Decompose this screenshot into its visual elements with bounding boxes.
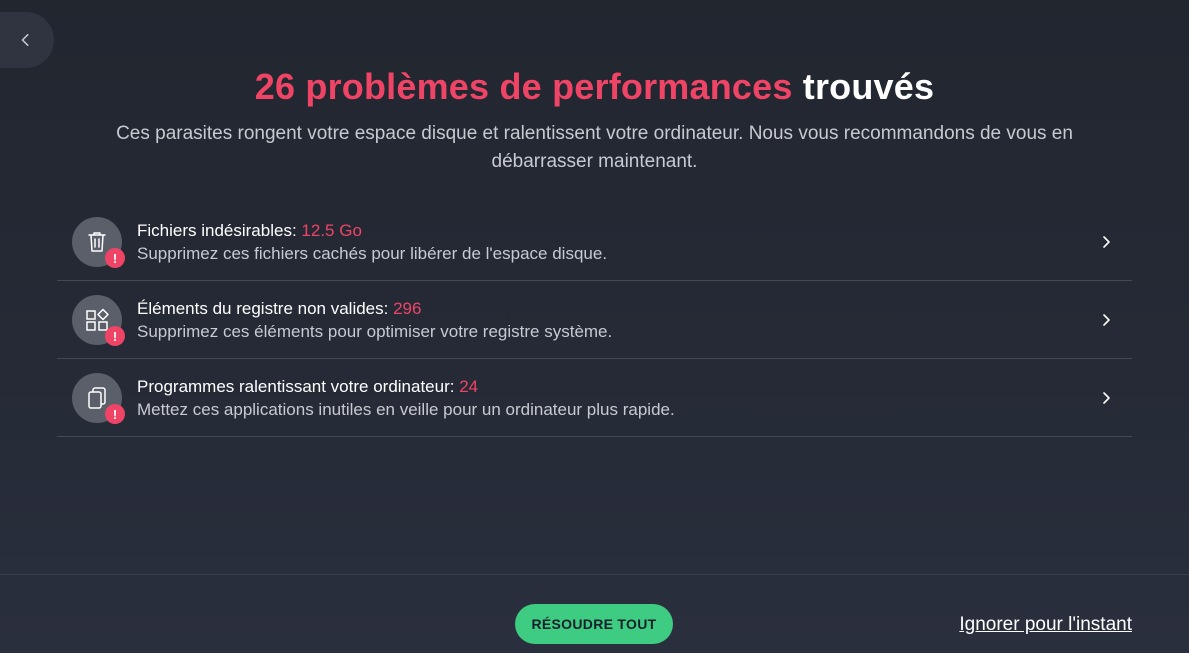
issue-icon-container: ! — [72, 295, 125, 346]
back-button[interactable] — [0, 12, 54, 68]
issue-label: Éléments du registre non valides: — [137, 299, 389, 318]
alert-badge: ! — [105, 404, 125, 424]
issue-description: Supprimez ces fichiers cachés pour libér… — [137, 244, 608, 263]
issue-label: Programmes ralentissant votre ordinateur… — [137, 377, 455, 396]
chevron-right-icon — [1103, 314, 1110, 326]
page-subtitle: Ces parasites rongent votre espace disqu… — [116, 123, 1073, 172]
chevron-left-icon — [21, 33, 29, 47]
title-rest: trouvés — [802, 66, 935, 107]
issue-junk-files[interactable]: ! Fichiers indésirables: 12.5 Go Supprim… — [57, 203, 1132, 281]
issue-text: Éléments du registre non valides: 296 Su… — [137, 298, 612, 344]
issue-description: Mettez ces applications inutiles en veil… — [137, 400, 675, 419]
footer-divider — [0, 574, 1189, 575]
issue-value: 296 — [393, 299, 422, 318]
issue-title: Fichiers indésirables: 12.5 Go — [137, 220, 607, 242]
issue-list: ! Fichiers indésirables: 12.5 Go Supprim… — [57, 203, 1132, 437]
issue-text: Programmes ralentissant votre ordinateur… — [137, 376, 675, 422]
chevron-right-icon — [1103, 392, 1110, 404]
resolve-all-button[interactable]: RÉSOUDRE TOUT — [515, 604, 673, 644]
alert-badge: ! — [105, 248, 125, 268]
title-highlight: 26 problèmes de performances — [254, 66, 793, 107]
issue-icon-container: ! — [72, 373, 125, 424]
issue-slow-programs[interactable]: ! Programmes ralentissant votre ordinate… — [57, 359, 1132, 437]
issue-title: Éléments du registre non valides: 296 — [137, 298, 612, 320]
page-title: 26 problèmes de performances trouvés — [0, 66, 1189, 108]
issue-description: Supprimez ces éléments pour optimiser vo… — [137, 322, 613, 341]
chevron-right-icon — [1103, 236, 1110, 248]
issue-title: Programmes ralentissant votre ordinateur… — [137, 376, 675, 398]
issue-registry-items[interactable]: ! Éléments du registre non valides: 296 … — [57, 281, 1132, 359]
issue-value: 24 — [459, 377, 479, 396]
issue-text: Fichiers indésirables: 12.5 Go Supprimez… — [137, 220, 607, 266]
issue-value: 12.5 Go — [301, 221, 362, 240]
ignore-for-now-link[interactable]: Ignorer pour l'instant — [959, 614, 1132, 636]
issue-icon-container: ! — [72, 217, 125, 268]
alert-badge: ! — [105, 326, 125, 346]
issue-label: Fichiers indésirables: — [137, 221, 297, 240]
